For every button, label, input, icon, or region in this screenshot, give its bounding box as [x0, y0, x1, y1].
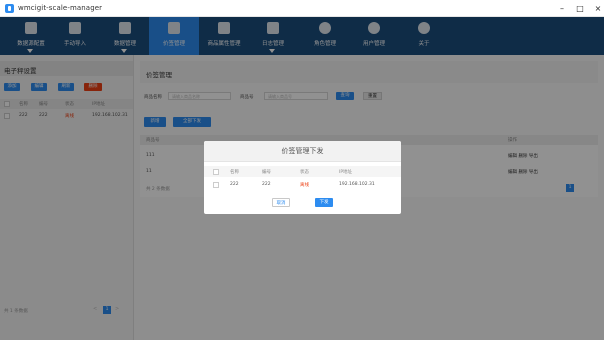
column-header: 名称 — [230, 170, 239, 175]
issue-modal: 价签管理下发 名称 编号 状态 IP地址 222 222 离线 192.168.… — [204, 141, 401, 214]
modal-header: 价签管理下发 — [204, 141, 401, 162]
column-header: IP地址 — [339, 170, 353, 175]
modal-title: 价签管理下发 — [281, 147, 324, 155]
window-title: wmcigit-scale-manager — [18, 4, 103, 12]
window-titlebar: wmcigit-scale-manager – □ × — [0, 0, 604, 17]
cell-code: 222 — [262, 182, 271, 187]
cell-name: 222 — [230, 182, 239, 187]
modal-table-header: 名称 编号 状态 IP地址 — [204, 166, 401, 177]
close-button[interactable]: × — [584, 2, 604, 15]
cancel-button[interactable]: 取消 — [272, 198, 290, 207]
row-checkbox[interactable] — [213, 182, 219, 188]
modal-table-row[interactable]: 222 222 离线 192.168.102.31 — [204, 179, 401, 190]
issue-button[interactable]: 下发 — [315, 198, 333, 207]
cell-ip: 192.168.102.31 — [339, 182, 375, 187]
column-header: 状态 — [300, 170, 309, 175]
select-all-checkbox[interactable] — [213, 169, 219, 175]
app-icon — [5, 4, 14, 13]
column-header: 编号 — [262, 170, 271, 175]
cell-status: 离线 — [300, 183, 309, 188]
